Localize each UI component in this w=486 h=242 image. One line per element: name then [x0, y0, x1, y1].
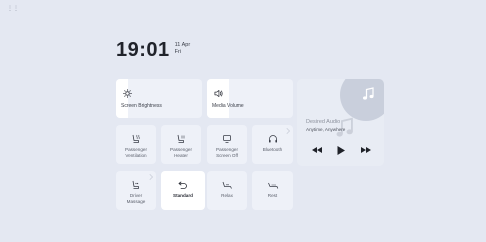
- volume-label: Media Volume: [212, 103, 244, 109]
- driver-massage-label: Driver Massage: [126, 193, 146, 204]
- clock-day: Fri: [174, 49, 182, 55]
- relax-mode-label: Relax: [221, 193, 233, 198]
- brightness-slider[interactable]: Screen Brightness: [116, 79, 202, 118]
- massage-seat-icon: [132, 180, 139, 189]
- music-note-icon: [363, 87, 374, 100]
- brightness-level-fill: [116, 79, 129, 118]
- media-title: Desired Audio: [306, 119, 341, 125]
- standard-mode-label: Standard: [173, 193, 193, 198]
- play-button[interactable]: [335, 145, 346, 155]
- passenger-heater-button[interactable]: Passenger Heater: [161, 125, 201, 164]
- volume-slider[interactable]: Media Volume: [207, 79, 293, 118]
- seat-ventilation-icon: [132, 134, 140, 143]
- headphones-icon: [268, 135, 277, 143]
- previous-icon: [311, 147, 322, 153]
- standard-mode-button[interactable]: Standard: [161, 171, 205, 210]
- screen-off-icon: [223, 135, 231, 143]
- bluetooth-button[interactable]: Bluetooth: [252, 125, 293, 164]
- corner-indicator: [284, 128, 290, 134]
- relax-seat-icon: [222, 181, 232, 189]
- clock-date-block: 11 Apr Fri: [175, 42, 191, 56]
- passenger-ventilation-button[interactable]: Passenger Ventilation: [116, 125, 156, 164]
- relax-mode-button[interactable]: Relax: [207, 171, 247, 210]
- bluetooth-label: Bluetooth: [262, 147, 283, 152]
- play-icon: [337, 145, 345, 155]
- next-icon: [360, 147, 371, 153]
- volume-level-fill: [207, 79, 230, 118]
- rest-mode-button[interactable]: Rest: [252, 171, 293, 210]
- status-mark: ⋮⋮: [7, 6, 19, 12]
- rest-mode-label: Rest: [267, 193, 278, 198]
- speaker-icon: [214, 89, 223, 98]
- next-button[interactable]: [360, 145, 371, 155]
- brightness-label: Screen Brightness: [121, 103, 162, 109]
- previous-button[interactable]: [311, 145, 322, 155]
- passenger-ventilation-label: Passenger Ventilation: [125, 147, 147, 158]
- corner-indicator: [147, 174, 153, 180]
- driver-massage-button[interactable]: Driver Massage: [116, 171, 156, 210]
- clock-date: 11 Apr: [174, 42, 191, 48]
- media-player-card[interactable]: Desired Audio Anytime, Anywhere: [297, 79, 384, 166]
- clock-time: 19:01: [116, 39, 170, 61]
- media-subtitle: Anytime, Anywhere: [306, 127, 346, 132]
- sun-icon: [123, 89, 132, 98]
- seat-heater-icon: [177, 134, 185, 143]
- clock: 19:01 11 Apr Fri: [116, 40, 190, 60]
- passenger-screen-off-button[interactable]: Passenger Screen Off: [207, 125, 247, 164]
- undo-arrow-icon: [178, 181, 187, 189]
- rest-seat-icon: [267, 182, 278, 189]
- passenger-screen-off-label: Passenger Screen Off: [216, 147, 238, 158]
- passenger-heater-label: Passenger Heater: [170, 147, 192, 158]
